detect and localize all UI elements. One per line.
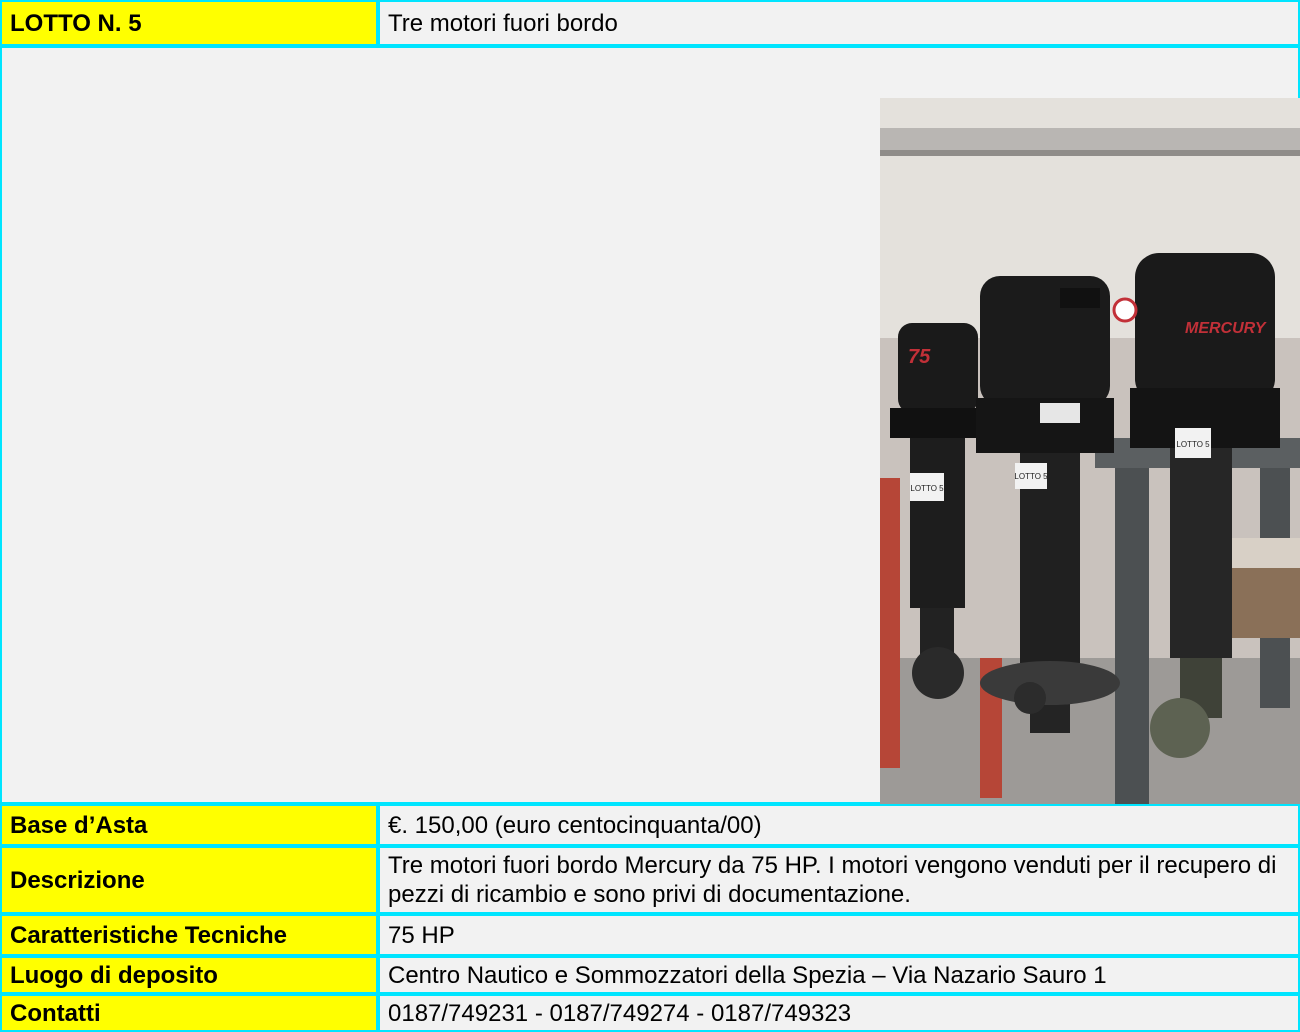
svg-text:LOTTO 5: LOTTO 5 <box>1014 472 1048 481</box>
luogo-row: Luogo di deposito Centro Nautico e Sommo… <box>0 956 1300 994</box>
motor-1-label: 75 <box>908 346 931 368</box>
base-asta-value: €. 150,00 (euro centocinquanta/00) <box>378 804 1300 846</box>
base-asta-row: Base d’Asta €. 150,00 (euro centocinquan… <box>0 804 1300 846</box>
contatti-value: 0187/749231 - 0187/749274 - 0187/749323 <box>378 994 1300 1032</box>
luogo-value: Centro Nautico e Sommozzatori della Spez… <box>378 956 1300 994</box>
outboard-motors-photo: 75 LOTTO 5 LOTTO 5 MERCURY LOTTO 5 <box>880 98 1300 843</box>
photo-row: 75 LOTTO 5 LOTTO 5 MERCURY LOTTO 5 <box>0 46 1300 843</box>
contatti-row: Contatti 0187/749231 - 0187/749274 - 018… <box>0 994 1300 1032</box>
caratteristiche-label: Caratteristiche Tecniche <box>0 914 378 956</box>
lot-header-row: LOTTO N. 5 Tre motori fuori bordo <box>0 0 1300 46</box>
contatti-label: Contatti <box>0 994 378 1032</box>
descrizione-value: Tre motori fuori bordo Mercury da 75 HP.… <box>378 846 1300 914</box>
lot-title: Tre motori fuori bordo <box>378 0 1300 46</box>
lot-number-label: LOTTO N. 5 <box>0 0 378 46</box>
svg-text:LOTTO 5: LOTTO 5 <box>1176 440 1210 449</box>
lot-table: LOTTO N. 5 Tre motori fuori bordo 75 LOT… <box>0 0 1300 1032</box>
motor-3-label: MERCURY <box>1185 320 1267 337</box>
svg-text:LOTTO 5: LOTTO 5 <box>910 484 944 493</box>
descrizione-label: Descrizione <box>0 846 378 914</box>
caratteristiche-row: Caratteristiche Tecniche 75 HP <box>0 914 1300 956</box>
luogo-label: Luogo di deposito <box>0 956 378 994</box>
descrizione-row: Descrizione Tre motori fuori bordo Mercu… <box>0 846 1300 914</box>
caratteristiche-value: 75 HP <box>378 914 1300 956</box>
base-asta-label: Base d’Asta <box>0 804 378 846</box>
